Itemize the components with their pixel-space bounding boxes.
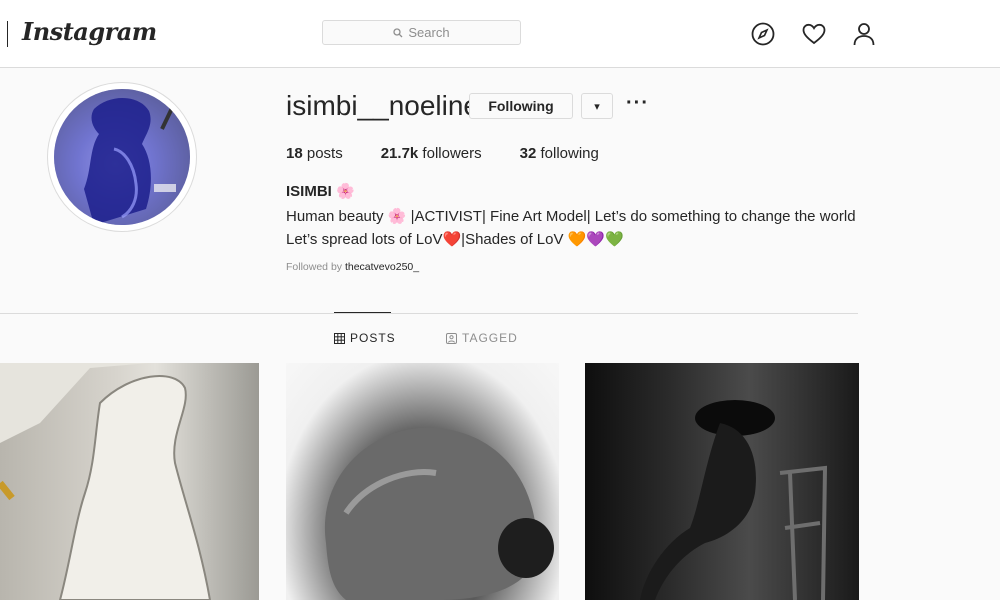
bio-line: Human beauty 🌸 |ACTIVIST| Fine Art Model… xyxy=(286,208,856,225)
search-placeholder: Search xyxy=(408,25,450,40)
more-options-icon[interactable]: ··· xyxy=(626,92,649,115)
suggestions-dropdown-button[interactable]: ▾ xyxy=(581,93,613,119)
instagram-logo[interactable]: Instagram xyxy=(22,17,157,46)
profile-icon[interactable] xyxy=(851,21,877,47)
profile-username: isimbi__noeline xyxy=(286,90,480,121)
profile-full-name: ISIMBI 🌸 xyxy=(286,183,355,200)
followers-label: followers xyxy=(418,145,482,162)
followed-by: Followed by thecatvevo250_ xyxy=(286,261,419,273)
top-navigation: Instagram Search xyxy=(0,0,1000,68)
post-thumbnail[interactable] xyxy=(286,363,559,600)
bio-line: Let’s spread lots of LoV❤️|Shades of LoV… xyxy=(286,231,624,248)
profile-stats: 18 posts 21.7k followers 32 following xyxy=(286,145,637,162)
grid-icon xyxy=(334,332,345,344)
posts-label: posts xyxy=(302,145,343,162)
following-stat[interactable]: 32 following xyxy=(520,145,599,162)
tabs-divider xyxy=(0,313,858,314)
following-label: following xyxy=(536,145,599,162)
followed-by-user-link[interactable]: thecatvevo250_ xyxy=(345,261,419,273)
posts-stat: 18 posts xyxy=(286,145,343,162)
tab-tagged[interactable]: TAGGED xyxy=(446,331,518,345)
tab-posts-label: POSTS xyxy=(350,331,396,345)
search-input[interactable]: Search xyxy=(322,20,521,45)
nav-divider xyxy=(7,21,8,47)
post-thumbnail[interactable] xyxy=(0,363,259,600)
heart-icon[interactable] xyxy=(801,21,827,47)
profile-bio: Human beauty 🌸 |ACTIVIST| Fine Art Model… xyxy=(286,205,856,251)
posts-count: 18 xyxy=(286,145,303,162)
compass-icon[interactable] xyxy=(750,21,776,47)
following-button[interactable]: Following xyxy=(469,93,573,119)
avatar-image xyxy=(54,89,190,225)
followers-count: 21.7k xyxy=(380,145,419,162)
tab-posts[interactable]: POSTS xyxy=(334,331,396,345)
followed-by-prefix: Followed by xyxy=(286,261,345,273)
tagged-icon xyxy=(446,332,457,344)
post-thumbnail[interactable] xyxy=(585,363,859,600)
search-icon xyxy=(393,27,403,37)
following-count: 32 xyxy=(519,145,537,162)
profile-avatar[interactable] xyxy=(47,82,197,232)
tab-tagged-label: TAGGED xyxy=(462,331,518,345)
followers-stat[interactable]: 21.7k followers xyxy=(381,145,482,162)
active-tab-indicator xyxy=(334,312,391,313)
